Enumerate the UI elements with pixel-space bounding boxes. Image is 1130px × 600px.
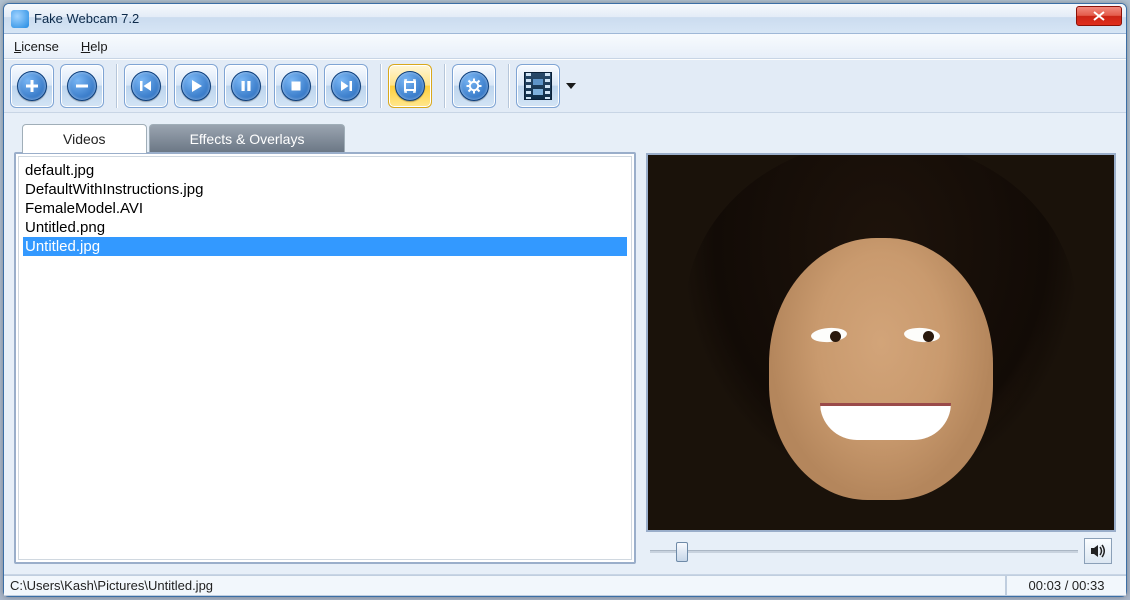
play-icon bbox=[181, 71, 211, 101]
skip-next-icon bbox=[331, 71, 361, 101]
content-area: Videos Effects & Overlays default.jpg De… bbox=[4, 113, 1126, 574]
stop-button[interactable] bbox=[274, 64, 318, 108]
gear-icon bbox=[459, 71, 489, 101]
status-path: C:\Users\Kash\Pictures\Untitled.jpg bbox=[4, 575, 1006, 596]
left-pane: Videos Effects & Overlays default.jpg De… bbox=[14, 123, 636, 564]
film-icon bbox=[524, 72, 552, 100]
list-item[interactable]: Untitled.jpg bbox=[23, 237, 627, 256]
fit-screen-icon bbox=[395, 71, 425, 101]
separator bbox=[380, 64, 382, 108]
media-type-dropdown[interactable] bbox=[516, 64, 576, 108]
list-item[interactable]: FemaleModel.AVI bbox=[23, 199, 627, 218]
tab-videos[interactable]: Videos bbox=[22, 124, 147, 153]
remove-button[interactable] bbox=[60, 64, 104, 108]
next-button[interactable] bbox=[324, 64, 368, 108]
right-pane bbox=[646, 153, 1116, 564]
menubar: License Help bbox=[4, 34, 1126, 59]
app-icon bbox=[11, 10, 29, 28]
titlebar[interactable]: Fake Webcam 7.2 bbox=[4, 4, 1126, 34]
close-button[interactable] bbox=[1076, 6, 1122, 26]
play-button[interactable] bbox=[174, 64, 218, 108]
fit-screen-button[interactable] bbox=[388, 64, 432, 108]
settings-button[interactable] bbox=[452, 64, 496, 108]
close-icon bbox=[1093, 11, 1105, 21]
list-item[interactable]: default.jpg bbox=[23, 161, 627, 180]
volume-icon bbox=[1090, 544, 1106, 558]
list-item[interactable]: DefaultWithInstructions.jpg bbox=[23, 180, 627, 199]
seek-bar bbox=[646, 532, 1116, 564]
pause-icon bbox=[231, 71, 261, 101]
status-bar: C:\Users\Kash\Pictures\Untitled.jpg 00:0… bbox=[4, 574, 1126, 596]
toolbar bbox=[4, 59, 1126, 113]
pause-button[interactable] bbox=[224, 64, 268, 108]
app-window: Fake Webcam 7.2 License Help bbox=[3, 3, 1127, 597]
media-type-button[interactable] bbox=[516, 64, 560, 108]
stop-icon bbox=[281, 71, 311, 101]
separator bbox=[508, 64, 510, 108]
separator bbox=[444, 64, 446, 108]
minus-icon bbox=[67, 71, 97, 101]
menu-help[interactable]: Help bbox=[81, 39, 108, 54]
preview-pane bbox=[646, 153, 1116, 532]
tab-effects[interactable]: Effects & Overlays bbox=[149, 124, 346, 153]
menu-license[interactable]: License bbox=[14, 39, 59, 54]
seek-thumb[interactable] bbox=[676, 542, 688, 562]
file-list[interactable]: default.jpg DefaultWithInstructions.jpg … bbox=[14, 152, 636, 564]
chevron-down-icon bbox=[566, 83, 576, 89]
status-time: 00:03 / 00:33 bbox=[1006, 575, 1126, 596]
prev-button[interactable] bbox=[124, 64, 168, 108]
plus-icon bbox=[17, 71, 47, 101]
list-item[interactable]: Untitled.png bbox=[23, 218, 627, 237]
add-button[interactable] bbox=[10, 64, 54, 108]
volume-button[interactable] bbox=[1084, 538, 1112, 564]
preview-image bbox=[648, 155, 1114, 530]
skip-prev-icon bbox=[131, 71, 161, 101]
seek-slider[interactable] bbox=[650, 539, 1078, 563]
tabs: Videos Effects & Overlays bbox=[22, 123, 636, 152]
separator bbox=[116, 64, 118, 108]
window-title: Fake Webcam 7.2 bbox=[34, 11, 139, 26]
